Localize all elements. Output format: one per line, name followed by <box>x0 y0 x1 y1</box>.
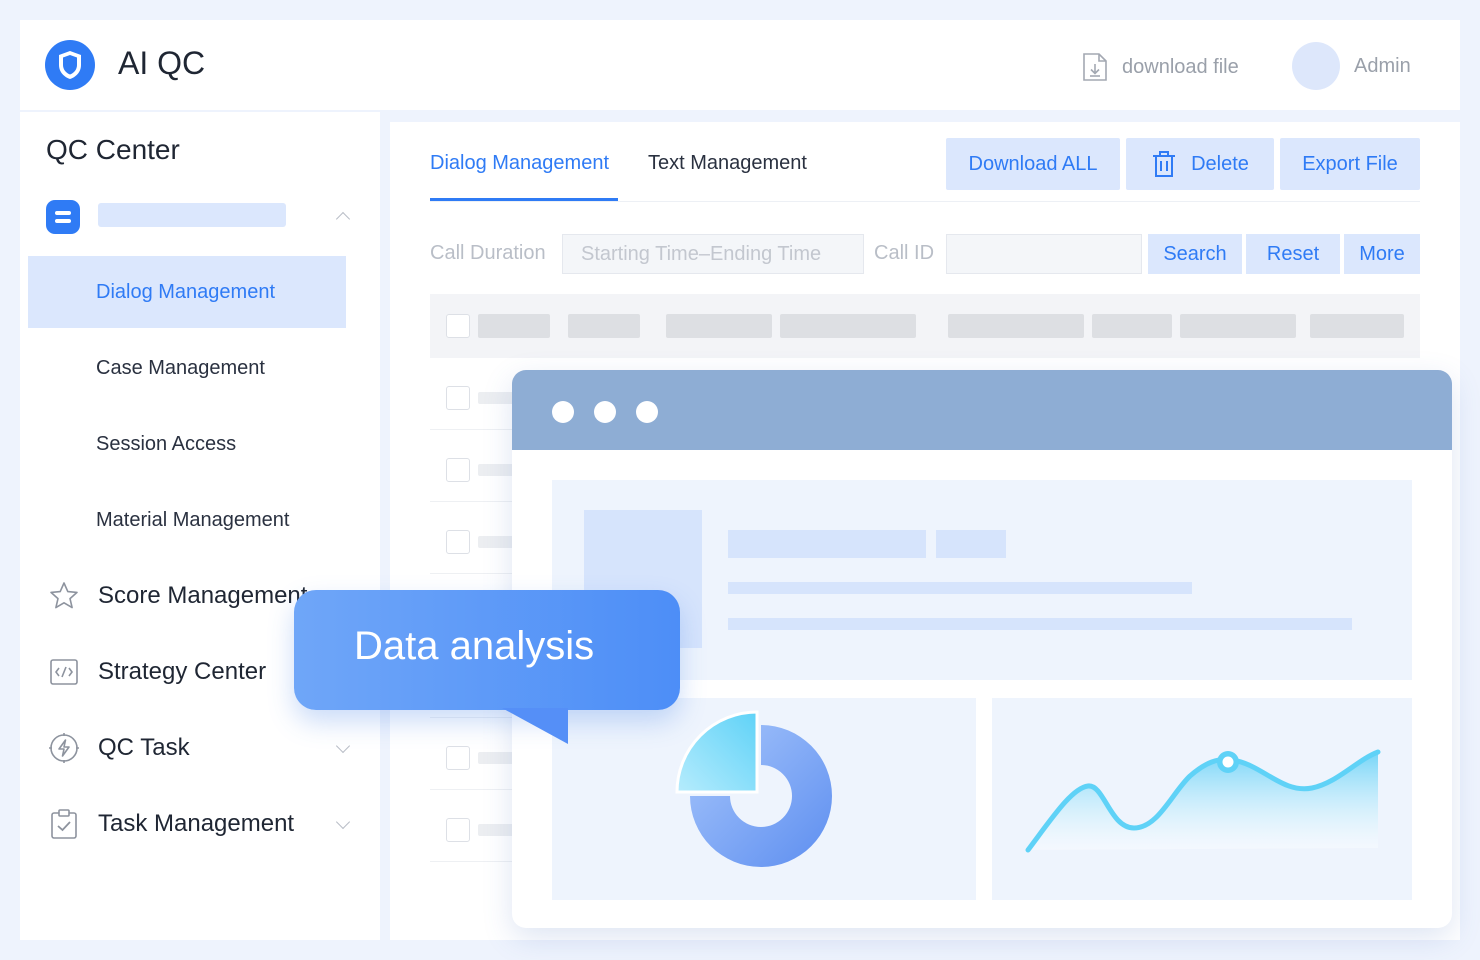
window-dot-icon <box>552 401 574 423</box>
code-icon <box>50 659 78 685</box>
callout-text: Data analysis <box>354 624 595 668</box>
sidebar-item-label: QC Task <box>98 734 190 761</box>
reset-button[interactable]: Reset <box>1246 234 1340 274</box>
download-file-button[interactable]: download file <box>1082 52 1239 82</box>
call-id-label: Call ID <box>874 242 935 264</box>
sidebar-item-label: Strategy Center <box>98 658 267 685</box>
chevron-up-icon[interactable] <box>335 211 351 227</box>
delete-button[interactable]: Delete <box>1126 138 1274 190</box>
export-file-button[interactable]: Export File <box>1280 138 1420 190</box>
app-header: AI QC download file Admin <box>20 20 1460 110</box>
row-checkbox[interactable] <box>446 458 470 482</box>
row-checkbox[interactable] <box>446 530 470 554</box>
clipboard-check-icon <box>51 809 77 839</box>
title-placeholder <box>728 530 926 558</box>
download-all-button[interactable]: Download ALL <box>946 138 1120 190</box>
callout-tail-icon <box>502 708 568 744</box>
sidebar-item-qc-task[interactable]: QC Task <box>48 728 358 768</box>
window-dot-icon <box>594 401 616 423</box>
sidebar-item-material-management[interactable]: Material Management <box>28 484 346 556</box>
call-duration-label: Call Duration <box>430 242 546 264</box>
shield-logo-icon <box>45 40 95 90</box>
sidebar-item-label: Score Management <box>98 582 308 609</box>
more-button[interactable]: More <box>1344 234 1420 274</box>
select-all-checkbox[interactable] <box>446 314 470 338</box>
column-header-placeholder <box>666 314 772 338</box>
column-header-placeholder <box>780 314 916 338</box>
sidebar-item-task-management[interactable]: Task Management <box>48 804 358 844</box>
donut-chart-card <box>552 698 976 900</box>
text-line-placeholder <box>728 618 1352 630</box>
summary-card <box>552 480 1412 680</box>
row-checkbox[interactable] <box>446 386 470 410</box>
sidebar: QC Center Dialog Management Case Managem… <box>20 112 380 940</box>
sidebar-item-session-access[interactable]: Session Access <box>28 408 346 480</box>
avatar[interactable] <box>1292 42 1340 90</box>
row-checkbox[interactable] <box>446 818 470 842</box>
delete-label: Delete <box>1191 152 1249 175</box>
download-all-label: Download ALL <box>968 152 1098 175</box>
column-header-placeholder <box>1180 314 1296 338</box>
sidebar-item-dialog-management[interactable]: Dialog Management <box>28 256 346 328</box>
user-name[interactable]: Admin <box>1354 55 1411 78</box>
trash-icon <box>1153 151 1176 177</box>
line-chart-card <box>992 698 1412 900</box>
sidebar-section-title: QC Center <box>46 134 180 165</box>
table-header <box>430 294 1420 358</box>
lightning-icon <box>49 733 79 763</box>
tab-text-management[interactable]: Text Management <box>648 152 807 175</box>
tab-divider <box>430 201 1420 202</box>
sidebar-item-case-management[interactable]: Case Management <box>28 332 346 404</box>
column-header-placeholder <box>478 314 550 338</box>
call-id-input[interactable] <box>946 234 1142 274</box>
download-file-label: download file <box>1122 55 1239 78</box>
search-button[interactable]: Search <box>1148 234 1242 274</box>
tag-placeholder <box>936 530 1006 558</box>
donut-chart-icon <box>675 710 832 867</box>
export-file-label: Export File <box>1302 152 1398 175</box>
window-title-bar <box>512 370 1452 450</box>
column-header-placeholder <box>568 314 640 338</box>
column-header-placeholder <box>1092 314 1172 338</box>
tab-dialog-management[interactable]: Dialog Management <box>430 152 609 175</box>
text-line-placeholder <box>728 582 1192 594</box>
star-icon <box>50 582 78 609</box>
data-analysis-callout: Data analysis <box>294 590 680 744</box>
row-checkbox[interactable] <box>446 746 470 770</box>
column-header-placeholder <box>948 314 1084 338</box>
group-label-placeholder <box>98 203 286 227</box>
chat-icon <box>46 200 80 234</box>
call-duration-range-input[interactable]: Starting Time–Ending Time <box>562 234 864 274</box>
sidebar-item-label: Task Management <box>98 810 295 837</box>
file-download-icon <box>1083 53 1107 81</box>
window-dot-icon <box>636 401 658 423</box>
area-line-chart-icon <box>1025 749 1381 853</box>
column-header-placeholder <box>1310 314 1404 338</box>
sidebar-group-header[interactable] <box>46 200 356 234</box>
app-title: AI QC <box>118 45 206 81</box>
